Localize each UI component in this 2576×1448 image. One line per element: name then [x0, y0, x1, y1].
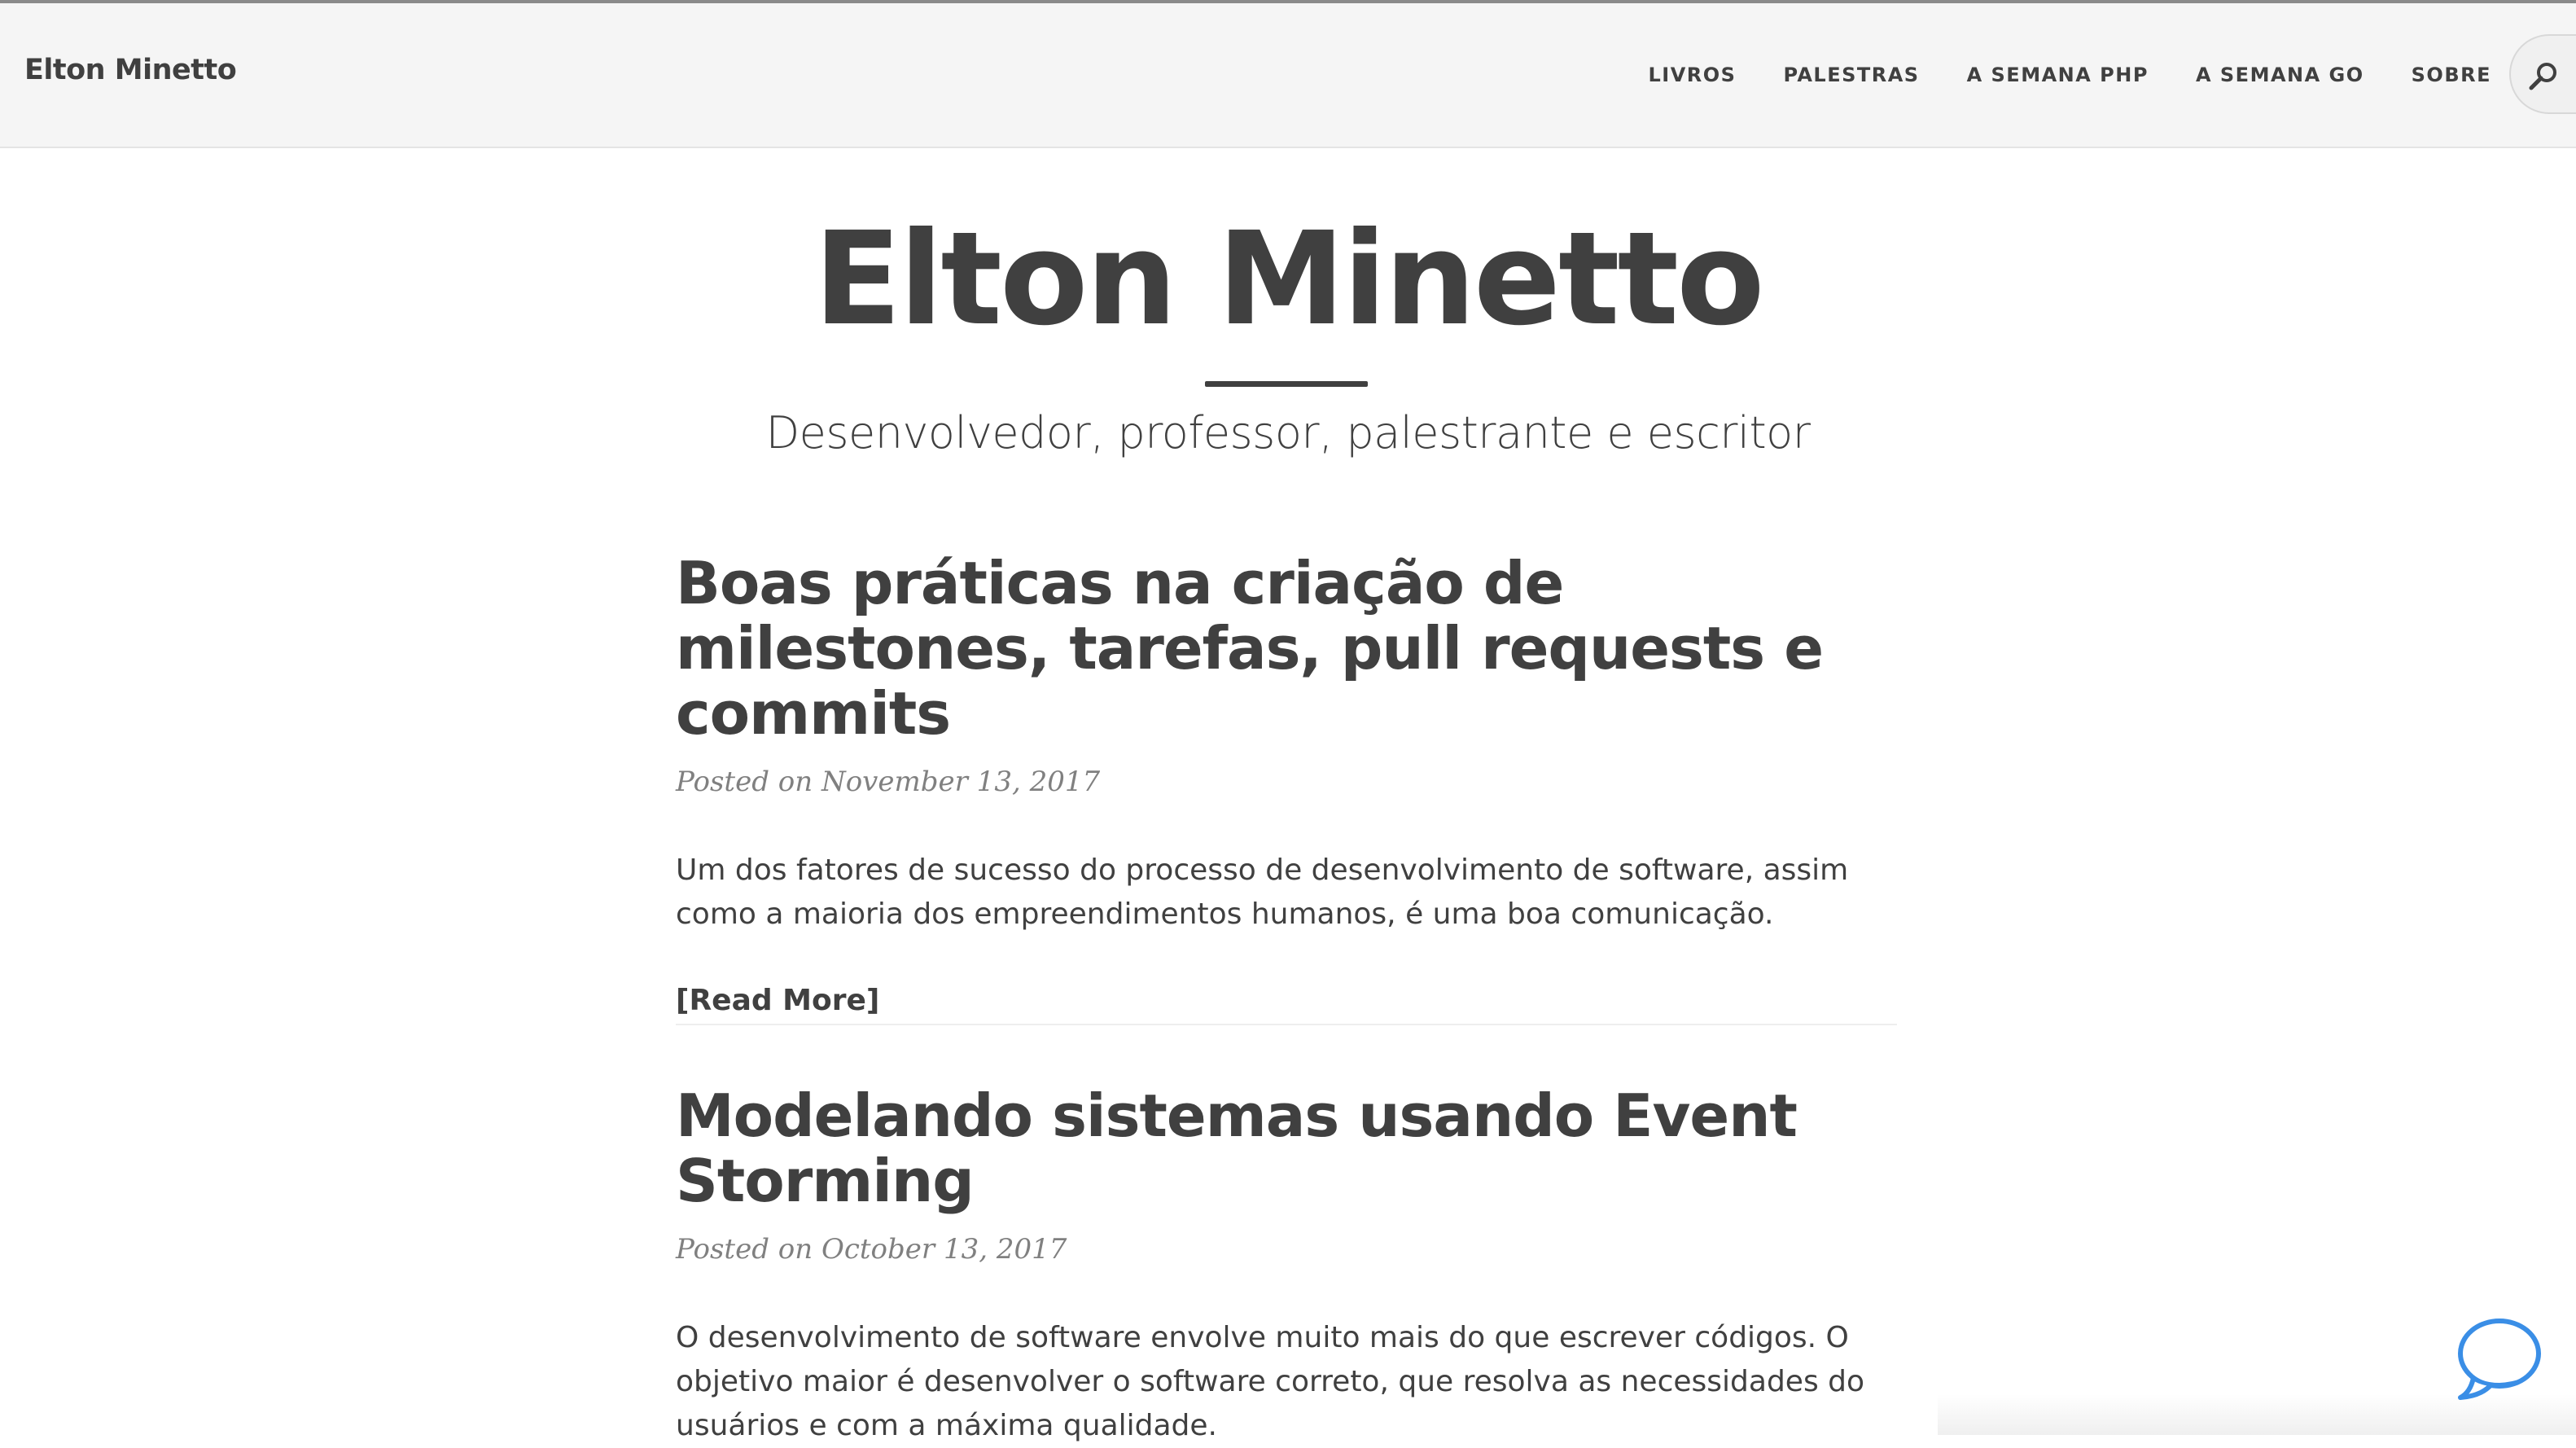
heading-divider: [1205, 381, 1368, 387]
post-excerpt: Um dos fatores de sucesso do processo de…: [676, 853, 1849, 931]
site-subheading: Desenvolvedor, professor, palestrante e …: [765, 407, 1811, 459]
nav-item-a-semana-php[interactable]: A SEMANA PHP: [1967, 64, 2149, 86]
post-title[interactable]: Boas práticas na criação de milestones, …: [676, 551, 1897, 746]
nav-item-sobre[interactable]: SOBRE: [2412, 64, 2491, 86]
post-excerpt: O desenvolvimento de software envolve mu…: [676, 1321, 1865, 1442]
navbar-brand[interactable]: Elton Minetto: [24, 54, 237, 86]
post-preview: Modelando sistemas usando Event Storming…: [676, 1083, 1897, 1448]
nav-links: LIVROS PALESTRAS A SEMANA PHP A SEMANA G…: [1601, 64, 2491, 86]
chat-widget-button[interactable]: [2449, 1313, 2552, 1402]
post-preview: Boas práticas na criação de milestones, …: [676, 551, 1897, 1017]
search-icon: [2529, 63, 2556, 90]
nav-item-livros[interactable]: LIVROS: [1648, 64, 1736, 86]
read-more-link[interactable]: [Read More]: [676, 984, 879, 1017]
navbar: Elton Minetto LIVROS PALESTRAS A SEMANA …: [0, 3, 2576, 148]
nav-item-palestras[interactable]: PALESTRAS: [1783, 64, 1919, 86]
chat-bubble-icon: [2458, 1319, 2541, 1400]
post-divider: [676, 1024, 1897, 1025]
post-title[interactable]: Modelando sistemas usando Event Storming: [676, 1083, 1897, 1213]
site-heading: Elton Minetto: [813, 204, 1764, 354]
search-button[interactable]: [2509, 34, 2576, 114]
post-meta: Posted on October 13, 2017: [676, 1233, 1067, 1266]
nav-item-a-semana-go[interactable]: A SEMANA GO: [2196, 64, 2364, 86]
post-meta: Posted on November 13, 2017: [676, 766, 1101, 798]
